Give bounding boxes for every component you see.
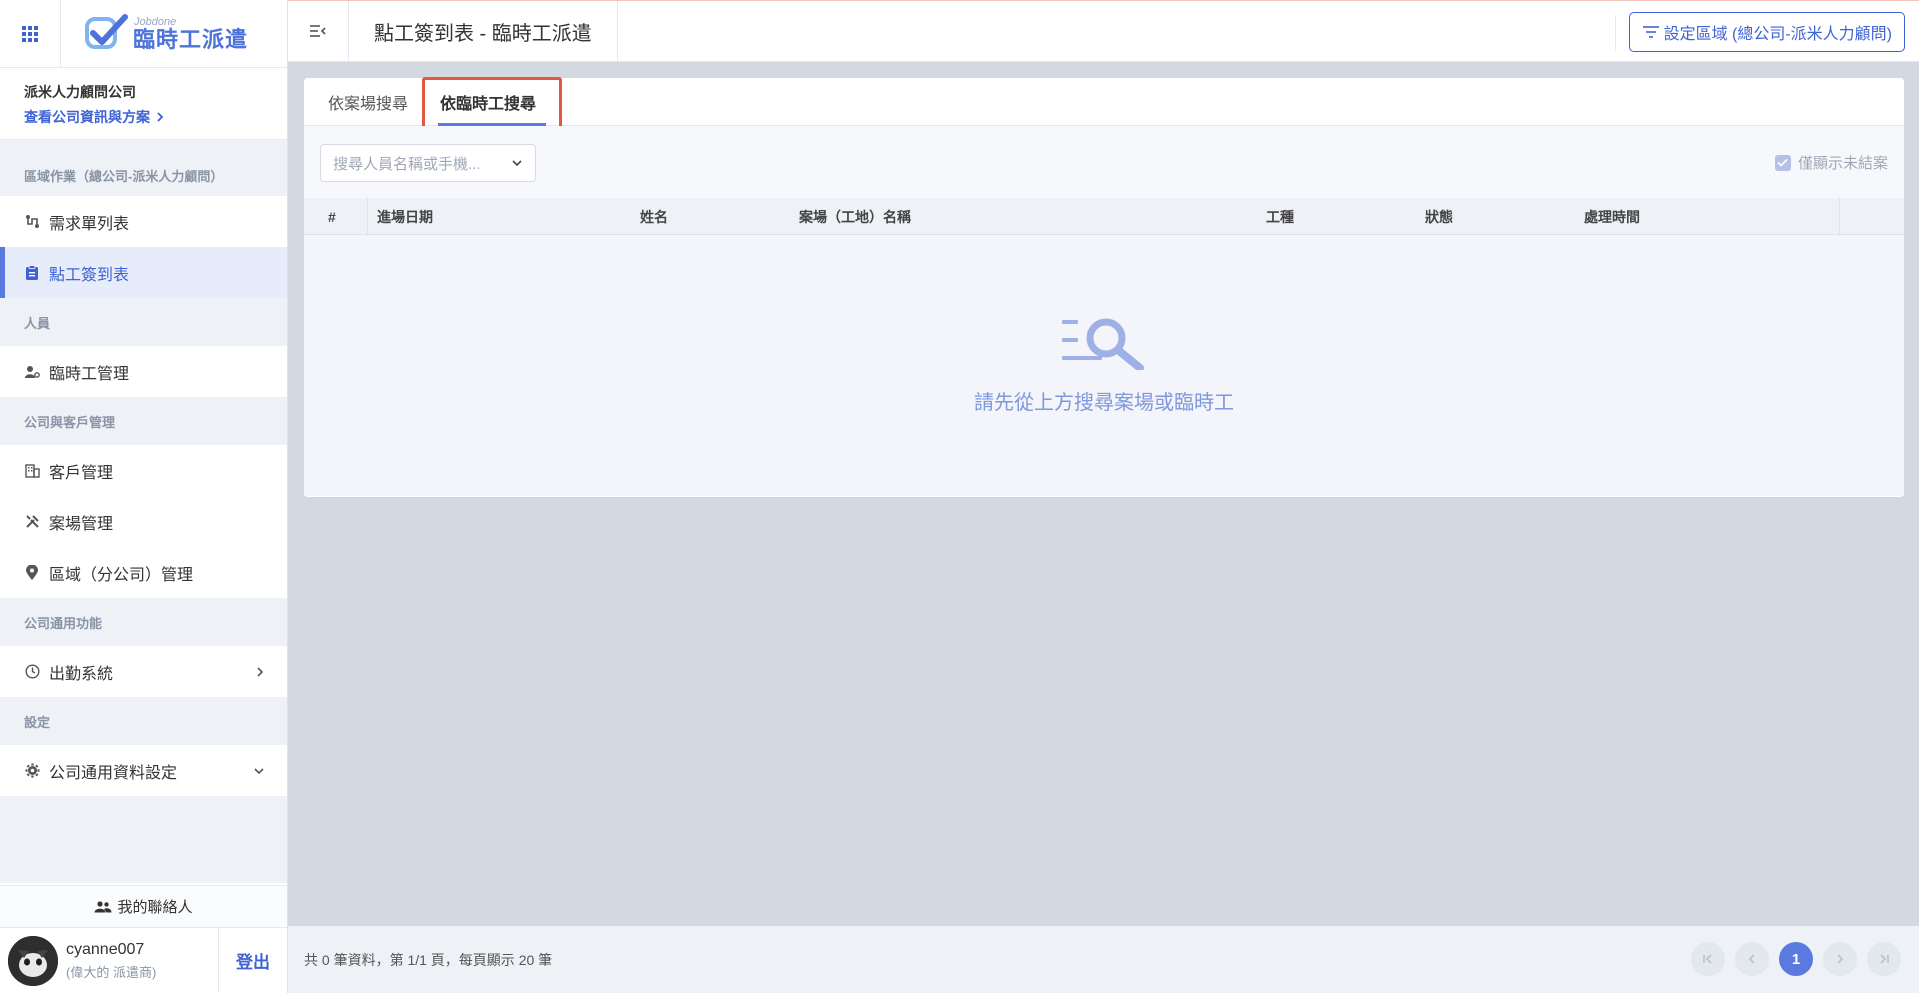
column-header[interactable]: 進場日期	[377, 198, 433, 235]
clock-icon	[24, 664, 40, 680]
user-name: cyanne007	[66, 940, 145, 958]
sidebar-item-label: 點工簽到表	[49, 266, 130, 284]
sidebar-item-regions[interactable]: 區域（分公司）管理	[0, 547, 287, 598]
my-contacts-button[interactable]: 我的聯絡人	[0, 885, 287, 927]
my-contacts-label: 我的聯絡人	[117, 899, 193, 916]
collapse-sidebar-button[interactable]	[288, 0, 349, 62]
worker-search-select[interactable]: 搜尋人員名稱或手機...	[320, 144, 536, 182]
section-title-region: 區域作業（總公司-派米人力顧問）	[24, 168, 224, 184]
set-region-button[interactable]: 設定區域 (總公司-派米人力顧問)	[1628, 12, 1905, 52]
table-header: # 進場日期 姓名 案場（工地）名稱 工種 狀態 處理時間	[304, 198, 1904, 235]
sidebar-item-label: 出勤系統	[49, 665, 114, 683]
tab-search-by-site[interactable]: 依案場搜尋	[312, 78, 424, 126]
first-page-button[interactable]	[1691, 942, 1725, 976]
menu-collapse-icon	[310, 25, 326, 37]
chevron-down-icon	[254, 767, 264, 774]
search-list-icon	[1062, 318, 1144, 370]
sidebar-item-label: 區域（分公司）管理	[49, 566, 194, 584]
column-divider	[367, 198, 368, 235]
page-title: 點工簽到表 - 臨時工派遣	[349, 0, 618, 62]
logo-subtitle: Jobdone	[134, 15, 177, 28]
column-divider	[1839, 198, 1840, 235]
pagination-footer: 共 0 筆資料，第 1/1 頁，每頁顯示 20 筆 1	[288, 926, 1919, 993]
prev-page-button[interactable]	[1735, 942, 1769, 976]
column-header[interactable]: 處理時間	[1584, 198, 1640, 235]
sidebar-item-label: 公司通用資料設定	[49, 764, 178, 782]
sidebar-item-temp-workers[interactable]: 臨時工管理	[0, 346, 287, 397]
sidebar-item-label: 臨時工管理	[49, 365, 130, 383]
filter-icon	[1642, 26, 1659, 38]
location-pin-icon	[24, 565, 40, 581]
building-icon	[24, 463, 40, 479]
logo-title: 臨時工派遣	[133, 26, 249, 52]
company-name: 派米人力顧問公司	[24, 84, 136, 100]
last-page-button[interactable]	[1867, 942, 1901, 976]
user-bar: cyanne007 (偉大的 派遣商) 登出	[0, 927, 287, 993]
logout-button[interactable]: 登出	[218, 927, 287, 993]
user-role: (偉大的 派遣商)	[66, 964, 157, 980]
sidebar-item-label: 需求單列表	[49, 215, 130, 233]
search-tabs: 依案場搜尋 依臨時工搜尋	[304, 77, 1904, 131]
next-page-button[interactable]	[1823, 942, 1857, 976]
column-header[interactable]: #	[328, 198, 336, 235]
top-header: 點工簽到表 - 臨時工派遣 設定區域 (總公司-派米人力顧問)	[288, 0, 1919, 62]
set-region-label: 設定區域 (總公司-派米人力顧問)	[1663, 26, 1892, 43]
user-gear-icon	[24, 364, 40, 380]
sidebar: Jobdone 臨時工派遣 派米人力顧問公司 查看公司資訊與方案 區域作業（總公…	[0, 0, 288, 993]
first-page-icon	[1703, 954, 1712, 964]
chevron-left-icon	[1748, 954, 1755, 964]
column-header[interactable]: 案場（工地）名稱	[799, 198, 911, 235]
sidebar-item-label: 案場管理	[49, 515, 114, 533]
page-button-current[interactable]: 1	[1779, 942, 1813, 976]
gear-icon	[24, 763, 40, 779]
empty-state-message: 請先從上方搜尋案場或臨時工	[974, 392, 1234, 414]
section-title-company-clients: 公司與客戶管理	[24, 414, 116, 430]
only-unfinished-label: 僅顯示未結案	[1797, 155, 1888, 172]
chevron-right-icon	[1837, 954, 1844, 964]
people-icon	[94, 900, 112, 912]
sidebar-item-attendance-sheet[interactable]: 點工簽到表	[0, 247, 287, 298]
filter-toolbar: 搜尋人員名稱或手機... 僅顯示未結案	[304, 126, 1904, 198]
company-info-link-label: 查看公司資訊與方案	[24, 109, 150, 125]
app-logo[interactable]: Jobdone 臨時工派遣	[61, 11, 248, 57]
section-title-common: 公司通用功能	[24, 615, 103, 631]
tab-search-by-worker[interactable]: 依臨時工搜尋	[424, 78, 552, 126]
user-info: cyanne007 (偉大的 派遣商)	[66, 941, 218, 981]
apps-grid-icon[interactable]	[0, 0, 61, 68]
sidebar-item-attendance-system[interactable]: 出勤系統	[0, 646, 287, 697]
brand-bar: Jobdone 臨時工派遣	[0, 0, 287, 68]
sidebar-item-requests[interactable]: 需求單列表	[0, 196, 287, 247]
search-placeholder: 搜尋人員名稱或手機...	[333, 155, 481, 173]
main-card: 依案場搜尋 依臨時工搜尋 搜尋人員名稱或手機... 僅顯示未結案 # 進場日期 …	[304, 77, 1904, 497]
chevron-right-icon	[157, 112, 164, 122]
checkbox-checked-icon	[1774, 154, 1791, 171]
only-unfinished-checkbox[interactable]: 僅顯示未結案	[1774, 152, 1888, 173]
company-info-link[interactable]: 查看公司資訊與方案	[24, 107, 263, 127]
clipboard-icon	[24, 265, 40, 281]
route-icon	[24, 214, 40, 230]
pagination-summary: 共 0 筆資料，第 1/1 頁，每頁顯示 20 筆	[304, 951, 553, 968]
sidebar-item-clients[interactable]: 客戶管理	[0, 445, 287, 496]
column-header[interactable]: 工種	[1266, 198, 1294, 235]
chevron-right-icon	[257, 666, 264, 677]
section-title-settings: 設定	[24, 714, 51, 730]
avatar[interactable]	[8, 935, 58, 986]
sidebar-menu: 區域作業（總公司-派米人力顧問） 需求單列表 點工簽到表 人員 臨時工管理 公司…	[0, 140, 287, 883]
column-header[interactable]: 狀態	[1425, 198, 1453, 235]
last-page-icon	[1880, 954, 1889, 964]
sidebar-item-common-settings[interactable]: 公司通用資料設定	[0, 745, 287, 796]
chevron-down-icon	[512, 160, 522, 167]
empty-state: 請先從上方搜尋案場或臨時工	[304, 235, 1904, 496]
company-panel: 派米人力顧問公司 查看公司資訊與方案	[0, 68, 287, 140]
logo-check-icon	[85, 13, 128, 49]
pagination-controls: 1	[1691, 942, 1901, 976]
tools-icon	[24, 514, 40, 530]
sidebar-item-label: 客戶管理	[49, 464, 114, 482]
section-title-people: 人員	[24, 315, 51, 331]
sidebar-item-sites[interactable]: 案場管理	[0, 496, 287, 547]
header-divider	[1615, 15, 1616, 51]
column-header[interactable]: 姓名	[640, 198, 668, 235]
